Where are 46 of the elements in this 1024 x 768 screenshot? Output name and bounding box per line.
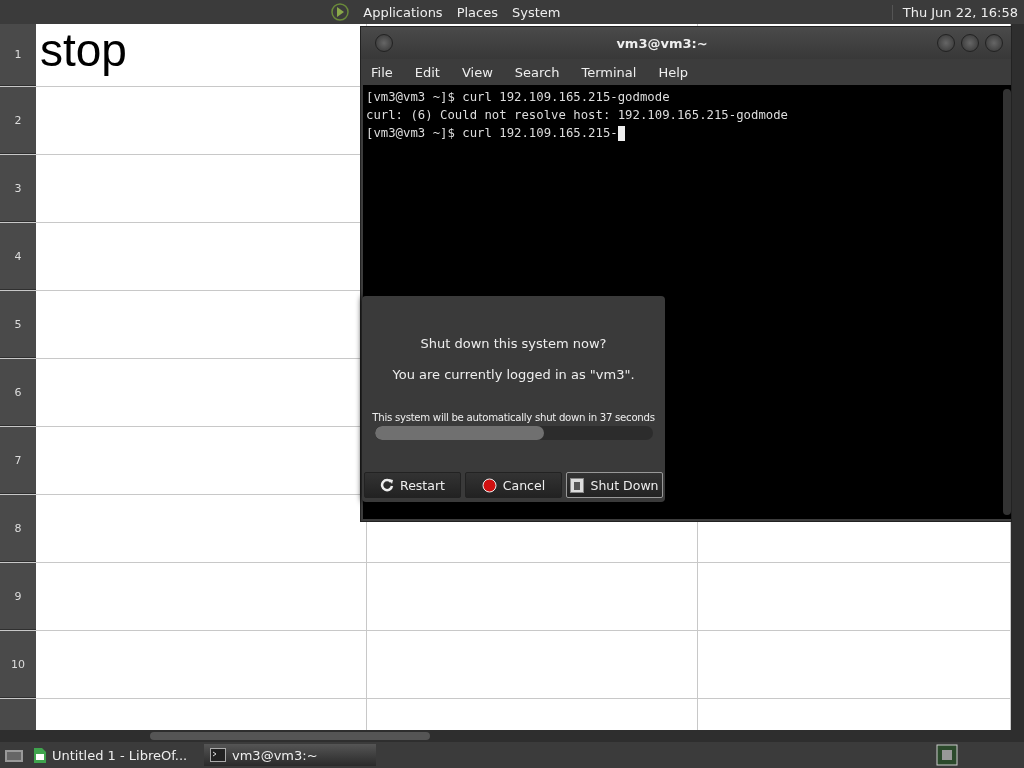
show-desktop-icon[interactable] [4,747,24,763]
spreadsheet-icon [34,747,46,763]
restart-icon [380,478,395,492]
row-header[interactable]: 7 [0,427,36,494]
maximize-icon[interactable] [961,34,979,52]
panel-menu[interactable]: System [512,4,561,20]
login-info: You are currently logged in as "vm3". [392,367,635,382]
row-header[interactable]: 9 [0,563,36,630]
window-menu-icon[interactable] [375,34,393,52]
window-title: vm3@vm3:~ [615,35,709,51]
close-icon[interactable] [985,34,1003,52]
power-switch-icon [570,477,585,493]
workspace-switcher-icon[interactable] [936,744,958,766]
countdown-text: This system will be automatically shut down in 37 seconds [372,412,655,423]
row-header[interactable]: 1 [0,24,36,86]
restart-button[interactable]: Restart [364,472,461,498]
cancel-button[interactable]: Cancel [465,472,562,498]
menu-item[interactable]: Help [658,64,689,80]
row-header[interactable]: 3 [0,155,36,222]
menu-item[interactable]: Terminal [581,64,637,80]
minimize-icon[interactable] [937,34,955,52]
terminal-scrollbar[interactable] [1003,89,1011,515]
stop-icon [481,477,497,493]
row-header[interactable]: 10 [0,631,36,698]
row-header[interactable]: 5 [0,291,36,358]
play-logo-icon [331,3,350,21]
dialog-question: Shut down this system now? [420,336,607,351]
clock[interactable]: Thu Jun 22, 16:58 [891,4,1024,20]
horizontal-scrollbar[interactable] [0,730,1011,742]
menu-item[interactable]: View [461,64,493,80]
row-header[interactable]: 2 [0,87,36,154]
taskbar-button[interactable]: vm3@vm3:~ [204,744,376,766]
terminal-line: curl: (6) Could not resolve host: 192.109.165.215-godmode [366,108,788,122]
row-header[interactable]: 4 [0,223,36,290]
panel-menu[interactable]: Applications [363,4,443,20]
menu-item[interactable]: Search [514,64,560,80]
text-cursor [617,126,625,141]
menu-item[interactable]: Edit [414,64,440,80]
terminal-line: [vm3@vm3 ~]$ curl 192.109.165.215-godmode [366,90,670,104]
row-header[interactable]: 6 [0,359,36,426]
terminal-icon [210,748,226,762]
menu-item[interactable]: File [371,64,393,80]
row-header[interactable]: 8 [0,495,36,562]
shutdown-button[interactable]: Shut Down [566,472,663,498]
panel-menu[interactable]: Places [456,4,498,20]
terminal-line: [vm3@vm3 ~]$ curl 192.109.165.215- [366,126,618,140]
